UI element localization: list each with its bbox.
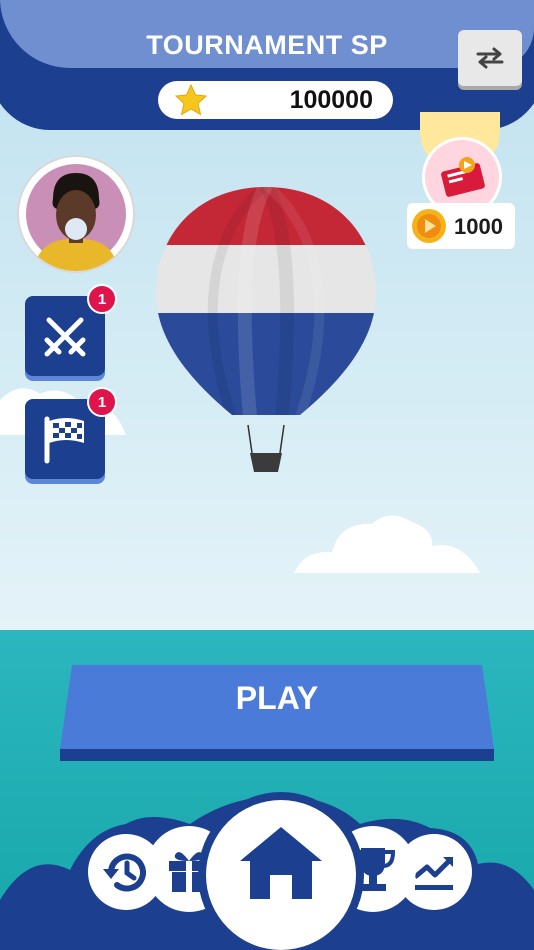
history-icon (103, 853, 146, 892)
crossed-swords-icon (44, 317, 86, 357)
stars-value: 100000 (289, 86, 373, 114)
race-button[interactable]: 1 (25, 387, 117, 479)
avatar-photo (26, 164, 126, 271)
coins-balance: 1000 (407, 203, 515, 249)
avatar[interactable] (19, 157, 133, 271)
switch-mode-button[interactable] (458, 30, 522, 86)
notification-badge: 1 (87, 387, 117, 417)
coin-icon (412, 209, 446, 243)
hot-air-balloon-illustration (155, 187, 377, 472)
cloud-decoration (294, 515, 480, 573)
nav-home-label: HOME (248, 914, 312, 937)
star-icon (174, 84, 208, 116)
coins-value: 1000 (454, 214, 503, 239)
checkered-flag-icon (44, 416, 84, 464)
home-icon (240, 827, 322, 899)
swap-arrows-icon (476, 47, 504, 69)
stars-balance: 100000 (158, 81, 393, 119)
play-button[interactable]: PLAY (60, 680, 494, 717)
page-title: TOURNAMENT SP (146, 30, 388, 60)
battles-button[interactable]: 1 (25, 284, 117, 376)
video-ticket-icon (441, 157, 485, 197)
notification-badge: 1 (87, 284, 117, 314)
stats-icon (413, 857, 453, 890)
